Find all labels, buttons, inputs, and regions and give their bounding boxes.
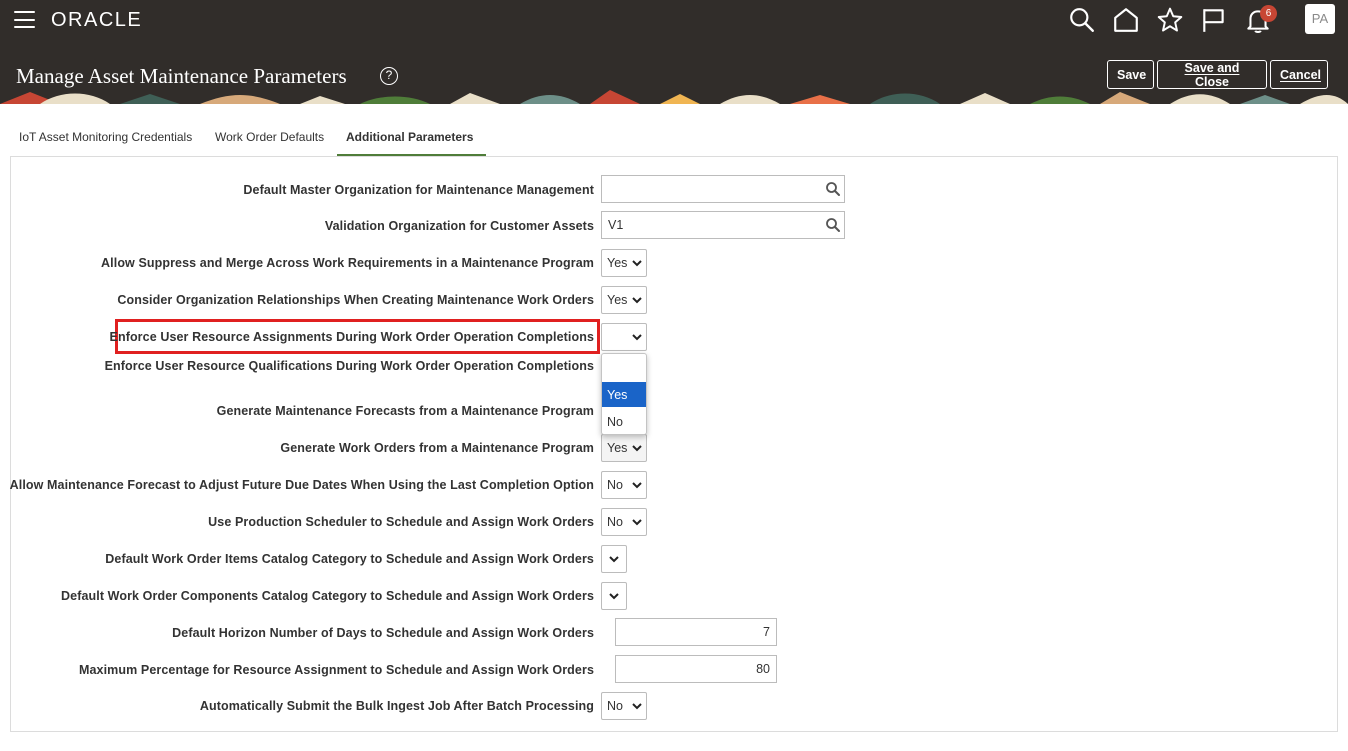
oracle-logo[interactable]: ORACLE [51,9,142,32]
chevron-down-icon [632,703,642,710]
save-button-label: Save [1117,67,1147,82]
tab-work-order-defaults[interactable]: Work Order Defaults [215,117,324,157]
field-label: Automatically Submit the Bulk Ingest Job… [199,699,594,713]
field-label: Generate Work Orders from a Maintenance … [280,441,594,455]
dropdown-listbox: Yes No [601,353,647,435]
select-value: Yes [607,293,628,307]
max-resource-percentage-input[interactable]: 80 [615,655,777,683]
search-icon[interactable] [1068,6,1096,34]
save-and-close-label: Save and Close [1184,61,1240,89]
select-value: No [607,515,623,529]
save-and-close-button[interactable]: Save and Close [1157,60,1267,89]
favorites-star-icon[interactable] [1156,6,1184,34]
field-label: Maximum Percentage for Resource Assignme… [78,663,594,677]
user-avatar[interactable]: PA [1305,4,1335,34]
dropdown-option-no[interactable]: No [602,409,646,434]
home-icon[interactable] [1112,6,1140,34]
default-master-organization-input[interactable] [601,175,845,203]
dropdown-option-blank[interactable] [602,356,646,381]
search-icon[interactable] [825,181,841,197]
chevron-down-icon [632,297,642,304]
select-value: Yes [607,256,628,270]
tab-iot-asset-monitoring-credentials[interactable]: IoT Asset Monitoring Credentials [19,117,192,157]
select-value: No [607,478,623,492]
field-label: Enforce User Resource Qualifications Dur… [104,359,594,373]
chevron-down-icon [609,593,619,600]
search-icon[interactable] [825,217,841,233]
field-label: Allow Suppress and Merge Across Work Req… [101,256,594,270]
notifications-count-badge: 6 [1260,5,1277,22]
help-icon[interactable]: ? [380,67,398,85]
decorative-banner-pattern [0,90,1348,104]
page-title: Manage Asset Maintenance Parameters [16,64,347,88]
field-label: Default Master Organization for Maintena… [243,183,594,197]
chevron-down-icon [632,260,642,267]
field-label: Generate Maintenance Forecasts from a Ma… [216,404,594,418]
select-value: Yes [607,441,628,455]
cancel-button-label: Cancel [1280,67,1321,82]
chevron-down-icon [609,556,619,563]
chevron-down-icon [632,445,642,452]
dropdown-option-yes[interactable]: Yes [602,382,646,407]
field-label: Enforce User Resource Assignments During… [109,330,594,344]
flag-icon[interactable] [1200,6,1228,34]
page-header: Manage Asset Maintenance Parameters ? Sa… [0,40,1348,104]
field-label: Allow Maintenance Forecast to Adjust Fut… [9,478,594,492]
select-value: No [607,699,623,713]
field-label: Consider Organization Relationships When… [117,293,594,307]
horizon-days-input[interactable]: 7 [615,618,777,646]
validation-organization-input[interactable]: V1 [601,211,845,239]
tab-additional-parameters[interactable]: Additional Parameters [337,117,486,157]
field-label: Use Production Scheduler to Schedule and… [208,515,594,529]
field-label: Default Horizon Number of Days to Schedu… [172,626,594,640]
chevron-down-icon [632,334,642,341]
chevron-down-icon [632,482,642,489]
field-label: Default Work Order Components Catalog Ca… [61,589,594,603]
cancel-button[interactable]: Cancel [1270,60,1328,89]
save-button[interactable]: Save [1107,60,1154,89]
global-header: ORACLE 6 PA [0,0,1348,40]
field-label: Default Work Order Items Catalog Categor… [105,552,594,566]
menu-icon[interactable] [14,11,35,28]
field-label: Validation Organization for Customer Ass… [324,219,594,233]
chevron-down-icon [632,519,642,526]
